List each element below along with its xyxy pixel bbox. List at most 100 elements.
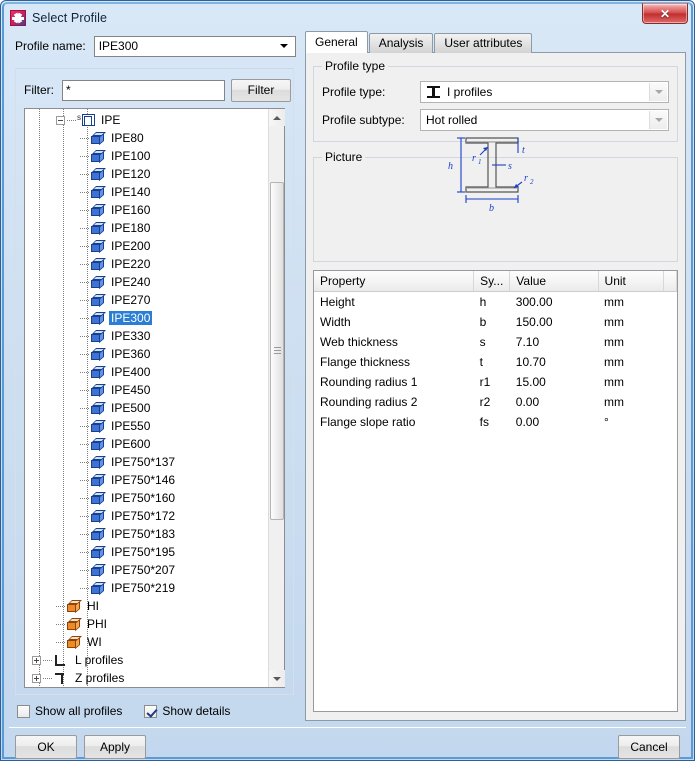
scroll-up-button[interactable] — [269, 109, 285, 126]
table-row[interactable]: Rounding radius 1 r1 15.00 mm — [314, 372, 677, 392]
table-row[interactable]: Width b 150.00 mm — [314, 312, 677, 332]
tree-item[interactable]: IPE450 — [25, 381, 268, 399]
tree-item[interactable]: IPE750*146 — [25, 471, 268, 489]
tree-item[interactable]: L profiles — [25, 651, 268, 669]
tree-item[interactable]: IPE750*183 — [25, 525, 268, 543]
table-row[interactable]: Rounding radius 2 r2 0.00 mm — [314, 392, 677, 412]
tree-vertical-scrollbar[interactable] — [268, 109, 285, 687]
column-header[interactable]: Value — [509, 271, 599, 292]
tree-item-selected[interactable]: IPE300 — [25, 309, 268, 327]
tree-item[interactable]: IPE330 — [25, 327, 268, 345]
show-details-checkbox[interactable] — [144, 704, 158, 718]
table-row[interactable]: Flange slope ratio fs 0.00 ° — [314, 412, 677, 432]
table-row[interactable]: Web thickness s 7.10 mm — [314, 332, 677, 352]
tree-item[interactable]: IPE240 — [25, 273, 268, 291]
tree-item-label: IPE750*160 — [111, 491, 176, 505]
tree-item[interactable]: IPE750*160 — [25, 489, 268, 507]
column-header[interactable]: Sy... — [473, 271, 511, 292]
scroll-down-button[interactable] — [269, 670, 285, 687]
properties-table-body: Height h 300.00 mm Width b 150.00 mm Web thickne… — [314, 292, 677, 432]
tree-item[interactable]: IPE400 — [25, 363, 268, 381]
show-all-profiles-checkbox[interactable] — [17, 704, 30, 718]
column-header[interactable]: Unit — [598, 271, 665, 292]
ok-button[interactable]: OK — [15, 735, 77, 759]
tree-item[interactable]: IPE200 — [25, 237, 268, 255]
property-cell: Web thickness — [320, 334, 398, 349]
profile-tree[interactable]: s IPE IPE80 IPE100 IPE120 IPE140 IPE160 IPE180 I… — [25, 109, 268, 687]
group-icon — [82, 114, 95, 126]
tab-analysis[interactable]: Analysis — [368, 33, 434, 53]
tree-connector — [43, 659, 53, 661]
collapse-icon[interactable] — [56, 115, 65, 125]
tree-connector — [80, 299, 90, 301]
left-panel: Profile name: IPE300 Filter: Filter s IPE… — [7, 31, 300, 721]
expand-icon[interactable] — [32, 655, 41, 665]
tree-item[interactable]: IPE80 — [25, 129, 268, 147]
tree-connector — [80, 425, 90, 427]
tree-item[interactable]: WI — [25, 633, 268, 651]
profile-type-combo[interactable]: I profiles — [420, 81, 669, 103]
profile-name-combo[interactable]: IPE300 — [93, 35, 296, 57]
cancel-button[interactable]: Cancel — [618, 735, 680, 759]
tree-item[interactable]: IPE220 — [25, 255, 268, 273]
tree-item[interactable]: IPE120 — [25, 165, 268, 183]
tree-item[interactable]: IPE750*172 — [25, 507, 268, 525]
tree-connector — [80, 461, 90, 463]
tree-item[interactable]: IPE750*207 — [25, 561, 268, 579]
tree-item[interactable]: IPE180 — [25, 219, 268, 237]
expand-icon[interactable] — [32, 673, 41, 683]
profile-type-dropdown-button[interactable] — [649, 83, 667, 101]
box-blue-icon — [90, 347, 106, 361]
filter-input[interactable] — [62, 79, 225, 101]
tree-item[interactable]: IPE140 — [25, 183, 268, 201]
tree-item[interactable]: IPE750*195 — [25, 543, 268, 561]
scrollbar-thumb[interactable] — [270, 182, 284, 520]
tree-connector — [80, 371, 90, 373]
tree-item[interactable]: IPE750*219 — [25, 579, 268, 597]
options-row: Show all profiles Show details — [17, 701, 294, 721]
close-button[interactable]: ✕ — [642, 3, 688, 24]
show-details-label: Show details — [162, 704, 231, 718]
svg-text:2: 2 — [530, 178, 534, 186]
i-beam-icon — [426, 85, 441, 99]
tab-general[interactable]: General — [305, 31, 368, 53]
box-blue-icon — [90, 437, 106, 451]
tree-item-label: IPE240 — [111, 275, 151, 289]
box-blue-icon — [90, 221, 106, 235]
tree-item[interactable]: IPE500 — [25, 399, 268, 417]
tab-user-attributes[interactable]: User attributes — [434, 33, 533, 53]
column-header[interactable]: Property — [314, 271, 475, 292]
box-blue-icon — [90, 491, 106, 505]
tree-connector — [80, 515, 90, 517]
filter-button[interactable]: Filter — [231, 78, 291, 102]
apply-button[interactable]: Apply — [84, 735, 146, 759]
value-cell: 7.10 — [515, 334, 540, 349]
table-row[interactable]: Flange thickness t 10.70 mm — [314, 352, 677, 372]
property-cell: Flange slope ratio — [320, 414, 416, 429]
tree-item[interactable]: HI — [25, 597, 268, 615]
tree-item[interactable]: IPE750*137 — [25, 453, 268, 471]
tree-item[interactable]: Z profiles — [25, 669, 268, 687]
tree-item[interactable]: IPE270 — [25, 291, 268, 309]
tree-item-label: WI — [87, 635, 102, 649]
tree-item[interactable]: IPE360 — [25, 345, 268, 363]
column-header[interactable] — [663, 271, 677, 292]
profile-subtype-dropdown-button[interactable] — [649, 111, 667, 129]
tree-item[interactable]: PHI — [25, 615, 268, 633]
tree-item-label: IPE300 — [109, 311, 153, 325]
tree-item[interactable]: IPE600 — [25, 435, 268, 453]
tree-item-label: IPE200 — [111, 239, 151, 253]
tree-item[interactable]: IPE100 — [25, 147, 268, 165]
table-row[interactable]: Height h 300.00 mm — [314, 292, 677, 312]
tree-connector — [56, 641, 66, 643]
tree-item-label: Z profiles — [75, 671, 125, 685]
tree-item[interactable]: IPE550 — [25, 417, 268, 435]
tree-connector — [80, 389, 90, 391]
select-profile-dialog: Select Profile ✕ Profile name: IPE300 Fi… — [0, 0, 695, 761]
tree-item[interactable]: s IPE — [25, 111, 268, 129]
tree-item[interactable]: IPE160 — [25, 201, 268, 219]
